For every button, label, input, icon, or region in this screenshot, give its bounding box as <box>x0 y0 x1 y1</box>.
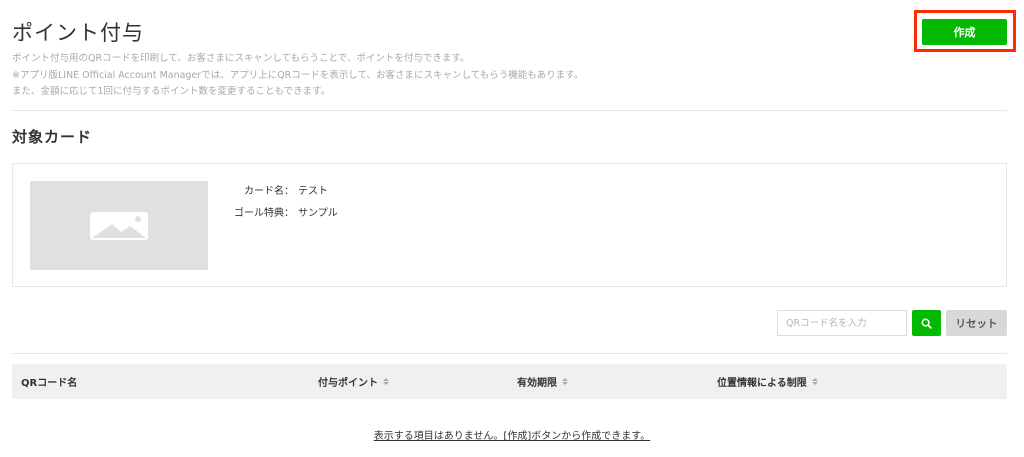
qr-name-search-input[interactable] <box>777 310 907 336</box>
empty-table-message-text: 表示する項目はありません。[作成]ボタンから作成できます。 <box>373 431 651 442</box>
empty-table-message: 表示する項目はありません。[作成]ボタンから作成できます。 <box>0 427 1024 442</box>
card-name-value: テスト <box>298 186 328 197</box>
column-header-location-limit[interactable]: 位置情報による制限 <box>717 364 818 399</box>
card-panel: カード名： テスト ゴール特典： サンプル <box>12 163 1007 287</box>
card-name-row: カード名： テスト <box>209 182 328 197</box>
column-header-points[interactable]: 付与ポイント <box>318 364 389 399</box>
image-placeholder-icon <box>90 211 148 240</box>
create-button[interactable]: 作成 <box>922 19 1007 45</box>
description-line: また、金額に応じて1回に付与するポイント数を変更することもできます。 <box>12 86 331 97</box>
divider <box>12 353 1007 354</box>
goal-reward-label: ゴール特典： <box>234 208 294 219</box>
description-line: ※アプリ版LINE Official Account Managerでは、アプリ… <box>12 69 584 81</box>
column-header-expiry[interactable]: 有効期限 <box>517 364 568 399</box>
sort-icon[interactable] <box>811 378 818 385</box>
divider <box>12 110 1007 111</box>
reset-button[interactable]: リセット <box>946 310 1007 336</box>
card-image <box>30 181 208 270</box>
column-header-label: 有効期限 <box>517 378 557 389</box>
description-line: ポイント付与用のQRコードを印刷して、お客さまにスキャンしてもらうことで、ポイン… <box>12 53 470 64</box>
card-name-label: カード名： <box>244 186 294 197</box>
goal-reward-value: サンプル <box>298 208 338 219</box>
sort-icon[interactable] <box>562 378 568 385</box>
sort-icon[interactable] <box>383 378 389 385</box>
section-title: 対象カード <box>12 128 93 146</box>
column-header-label: 付与ポイント <box>318 378 378 389</box>
search-icon <box>921 318 932 329</box>
table-header: QRコード名 付与ポイント 有効期限 位置情報による制限 <box>12 364 1007 399</box>
page-description: ポイント付与用のQRコードを印刷して、お客さまにスキャンしてもらうことで、ポイン… <box>12 51 732 101</box>
page-title: ポイント付与 <box>12 21 144 45</box>
column-header-qr-name: QRコード名 <box>21 364 77 399</box>
search-button[interactable] <box>912 310 941 336</box>
goal-reward-row: ゴール特典： サンプル <box>209 204 338 219</box>
column-header-label: 位置情報による制限 <box>717 378 807 389</box>
column-header-label: QRコード名 <box>21 378 78 389</box>
